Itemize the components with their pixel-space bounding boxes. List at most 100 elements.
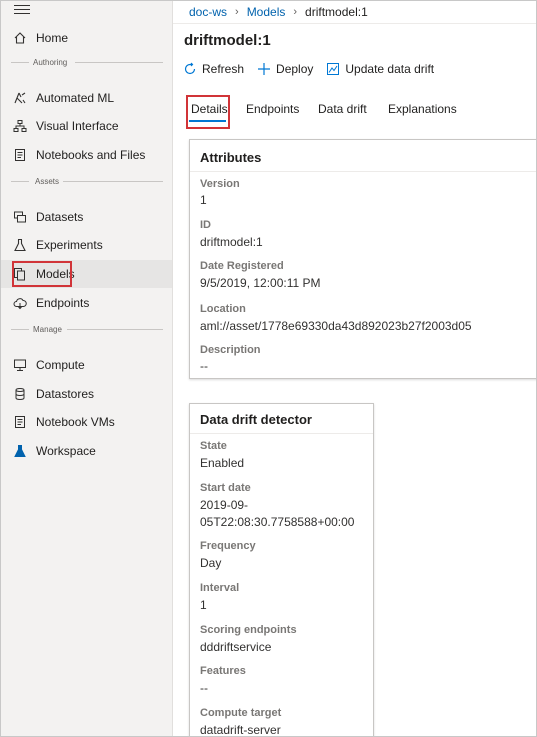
field-label: State (200, 440, 227, 452)
field-value: datadrift-server (200, 723, 281, 737)
database-icon (13, 387, 27, 401)
breadcrumb-current: driftmodel:1 (305, 5, 368, 19)
sidebar-item-label: Datasets (36, 210, 84, 224)
update-data-drift-button[interactable]: Update data drift (326, 62, 434, 76)
section-divider (11, 62, 29, 63)
section-label-authoring: Authoring (33, 58, 68, 67)
toolbar: Refresh Deploy Update data drift (183, 62, 447, 76)
sidebar-item-label: Automated ML (36, 91, 115, 105)
monitor-icon (13, 358, 27, 372)
sidebar-item-datasets[interactable]: Datasets (13, 206, 83, 228)
field-label: Features (200, 665, 246, 677)
attributes-title: Attributes (200, 150, 262, 165)
section-label-assets: Assets (35, 177, 60, 186)
field-value: -- (200, 681, 208, 695)
breadcrumb-workspace-link[interactable]: doc-ws (189, 5, 227, 19)
sidebar-item-datastores[interactable]: Datastores (13, 383, 94, 405)
attributes-card: Attributes Version 1 ID driftmodel:1 Dat… (189, 139, 536, 379)
sidebar-item-compute[interactable]: Compute (13, 354, 85, 376)
automated-ml-icon (13, 91, 27, 105)
sidebar-item-label: Visual Interface (36, 119, 119, 133)
sidebar-item-label: Experiments (36, 238, 103, 252)
field-label: Location (200, 303, 246, 315)
sidebar-item-workspace[interactable]: Workspace (13, 440, 96, 462)
field-label: Description (200, 344, 261, 356)
page-title: driftmodel:1 (184, 32, 271, 49)
chevron-right-icon: › (235, 6, 239, 18)
details-tab-highlight-box (186, 95, 230, 129)
sidebar-item-automated-ml[interactable]: Automated ML (13, 87, 114, 109)
sidebar-item-notebook-vms[interactable]: Notebook VMs (13, 411, 115, 433)
section-divider (63, 181, 163, 182)
chart-icon (327, 63, 340, 75)
breadcrumb: doc-ws › Models › driftmodel:1 (189, 5, 368, 19)
tab-data-drift[interactable]: Data drift (318, 102, 367, 116)
flask-icon (13, 238, 27, 252)
field-label: Scoring endpoints (200, 624, 297, 636)
sidebar-item-label: Compute (36, 358, 85, 372)
card-divider (190, 171, 536, 172)
field-value: Enabled (200, 456, 245, 470)
section-divider (75, 62, 163, 63)
section-divider (67, 329, 163, 330)
field-label: Interval (200, 582, 240, 594)
workspace-flask-icon (13, 444, 27, 458)
section-divider (11, 329, 29, 330)
field-value: aml://asset/1778e69330da43d892023b27f200… (200, 319, 472, 333)
chevron-right-icon: › (293, 6, 298, 18)
sidebar-item-home[interactable]: Home (13, 27, 68, 49)
refresh-label: Refresh (202, 62, 245, 76)
section-label-manage: Manage (33, 325, 62, 334)
refresh-icon (184, 62, 196, 75)
main-content: doc-ws › Models › driftmodel:1 driftmode… (173, 1, 536, 737)
sidebar-item-experiments[interactable]: Experiments (13, 234, 103, 256)
deploy-button[interactable]: Deploy (257, 62, 313, 76)
sidebar-item-label: Workspace (36, 444, 96, 458)
sidebar-item-notebooks[interactable]: Notebooks and Files (13, 144, 145, 166)
tab-explanations[interactable]: Explanations (388, 102, 457, 116)
field-label: ID (200, 219, 211, 231)
sidebar-item-label: Endpoints (36, 296, 90, 310)
field-label: Frequency (200, 540, 256, 552)
field-value: 05T22:08:30.7758588+00:00 (200, 515, 355, 529)
notebook-icon (13, 148, 27, 162)
app-window: Home Authoring Automated ML Visual Inter… (0, 0, 537, 737)
field-label: Start date (200, 482, 251, 494)
sidebar-item-label: Home (36, 31, 69, 45)
plus-icon (258, 63, 271, 75)
field-label: Compute target (200, 707, 282, 719)
home-icon (13, 31, 27, 45)
cloud-icon (13, 296, 27, 310)
datasets-icon (13, 210, 27, 224)
data-drift-detector-card: Data drift detector State Enabled Start … (189, 403, 374, 737)
sidebar-item-endpoints[interactable]: Endpoints (13, 292, 89, 314)
sidebar-item-label: Notebook VMs (36, 415, 115, 429)
card-divider (190, 433, 373, 434)
field-value: 9/5/2019, 12:00:11 PM (200, 276, 321, 290)
field-value: -- (200, 359, 208, 373)
tab-endpoints[interactable]: Endpoints (246, 102, 299, 116)
refresh-button[interactable]: Refresh (183, 62, 244, 76)
deploy-label: Deploy (276, 62, 314, 76)
sidebar-item-label: Notebooks and Files (36, 148, 146, 162)
field-value: 2019-09- (200, 498, 249, 512)
section-divider (11, 181, 29, 182)
sidebar-item-visual-interface[interactable]: Visual Interface (13, 115, 119, 137)
hamburger-menu-icon[interactable] (14, 5, 30, 17)
notebook-vm-icon (13, 415, 27, 429)
field-value: driftmodel:1 (200, 235, 263, 249)
field-value: dddriftservice (200, 640, 272, 654)
field-label: Date Registered (200, 260, 284, 272)
field-value: Day (200, 556, 222, 570)
header-divider (173, 23, 536, 24)
field-value: 1 (200, 598, 207, 612)
field-value: 1 (200, 193, 207, 207)
breadcrumb-models-link[interactable]: Models (247, 5, 286, 19)
drift-detector-title: Data drift detector (200, 412, 312, 427)
visual-interface-icon (13, 119, 27, 133)
update-data-drift-label: Update data drift (345, 62, 435, 76)
sidebar-item-label: Datastores (36, 387, 95, 401)
field-label: Version (200, 178, 240, 190)
sidebar: Home Authoring Automated ML Visual Inter… (1, 1, 173, 736)
models-highlight-box (12, 261, 72, 287)
